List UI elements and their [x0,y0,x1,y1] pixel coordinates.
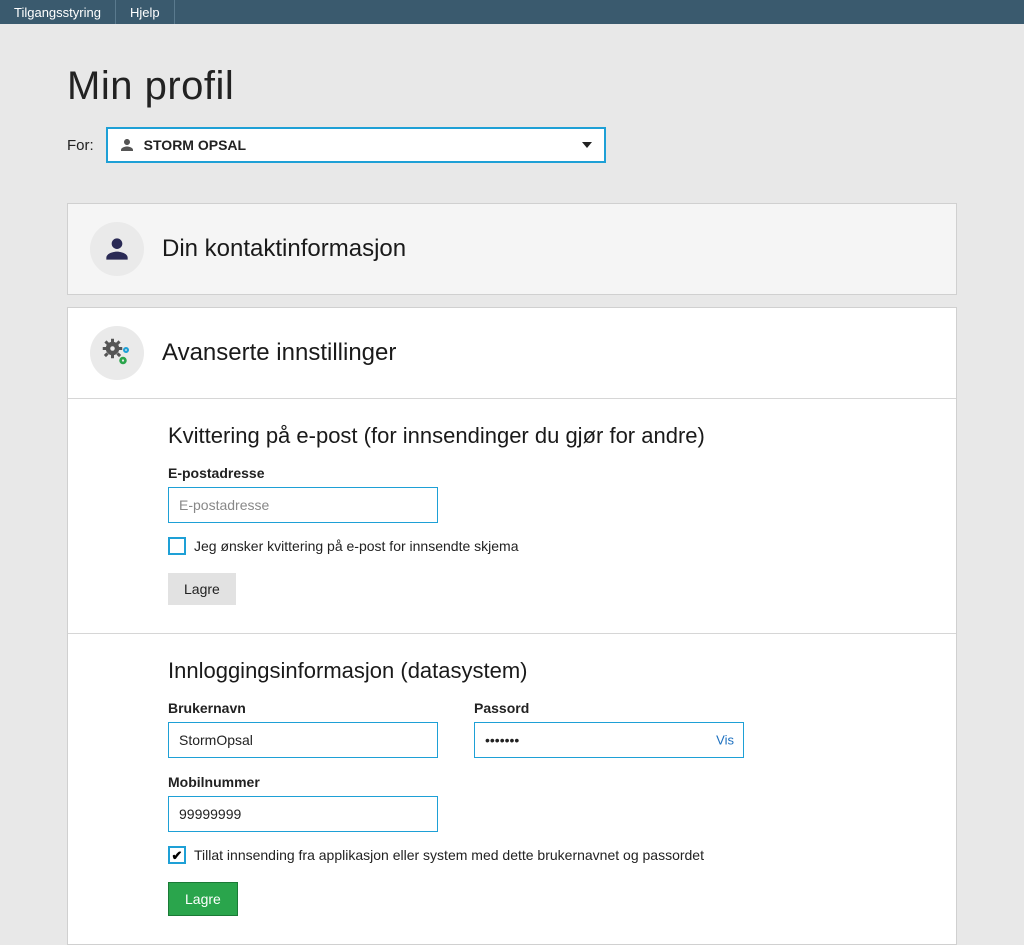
page: Min profil For: STORM OPSAL Din kontakti… [67,24,957,945]
login-save-button[interactable]: Lagre [168,882,238,916]
allow-checkbox[interactable] [168,846,186,864]
allow-checkbox-label: Tillat innsending fra applikasjon eller … [194,847,704,863]
username-input[interactable] [168,722,438,758]
advanced-card: Avanserte innstillinger Kvittering på e-… [67,307,957,945]
show-password-link[interactable]: Vis [716,733,734,748]
allow-checkbox-row: Tillat innsending fra applikasjon eller … [168,846,934,864]
receipt-heading: Kvittering på e-post (for innsendinger d… [168,423,934,449]
login-heading: Innloggingsinformasjon (datasystem) [168,658,934,684]
email-label: E-postadresse [168,465,934,481]
topbar-item-tilgangsstyring[interactable]: Tilgangsstyring [0,0,116,24]
person-icon [118,136,136,154]
email-input[interactable] [168,487,438,523]
page-title: Min profil [67,64,957,109]
advanced-icon-circle [90,326,144,380]
person-icon [101,233,133,265]
user-select-name: STORM OPSAL [144,137,246,153]
password-input[interactable] [474,722,744,758]
contact-info-header: Din kontaktinformasjon [68,204,956,294]
password-wrap: Vis [474,722,744,758]
contact-info-title: Din kontaktinformasjon [162,235,406,263]
topbar-item-hjelp[interactable]: Hjelp [116,0,175,24]
receipt-section: Kvittering på e-post (for innsendinger d… [68,399,956,633]
advanced-title: Avanserte innstillinger [162,339,396,367]
receipt-save-button[interactable]: Lagre [168,573,236,605]
username-label: Brukernavn [168,700,438,716]
contact-icon-circle [90,222,144,276]
receipt-checkbox[interactable] [168,537,186,555]
contact-info-card[interactable]: Din kontaktinformasjon [67,203,957,295]
receipt-checkbox-label: Jeg ønsker kvittering på e-post for inns… [194,538,519,554]
login-section: Innloggingsinformasjon (datasystem) Bruk… [68,634,956,944]
topbar: Tilgangsstyring Hjelp [0,0,1024,24]
gears-icon [99,335,135,371]
chevron-down-icon [582,142,592,148]
password-label: Passord [474,700,744,716]
for-row: For: STORM OPSAL [67,127,957,163]
for-label: For: [67,137,94,154]
mobile-input[interactable] [168,796,438,832]
advanced-header: Avanserte innstillinger [68,308,956,398]
mobile-label: Mobilnummer [168,774,934,790]
user-select[interactable]: STORM OPSAL [106,127,606,163]
receipt-checkbox-row: Jeg ønsker kvittering på e-post for inns… [168,537,934,555]
